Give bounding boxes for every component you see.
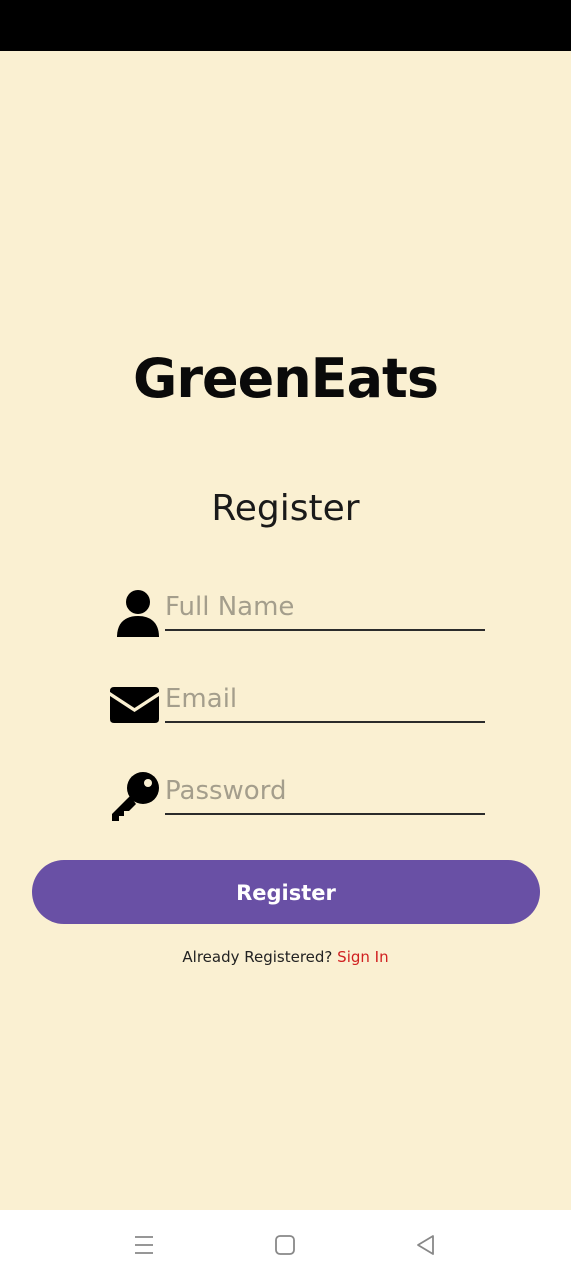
back-icon[interactable] — [413, 1232, 439, 1258]
app-title: GreenEats — [133, 347, 439, 410]
key-icon — [108, 765, 160, 821]
signin-link[interactable]: Sign In — [337, 948, 388, 966]
navigation-bar — [0, 1210, 571, 1280]
email-row — [108, 673, 488, 729]
email-input[interactable] — [165, 677, 485, 723]
form-heading: Register — [211, 488, 360, 529]
register-screen: GreenEats Register Full Name Email Regis… — [0, 51, 571, 1210]
envelope-icon — [108, 673, 160, 729]
full-name-row — [108, 581, 488, 637]
menu-icon[interactable] — [131, 1232, 157, 1258]
signin-row: Already Registered? Sign In — [0, 948, 571, 966]
register-button[interactable]: Register — [32, 860, 540, 924]
home-icon[interactable] — [272, 1232, 298, 1258]
signin-prompt: Already Registered? — [182, 948, 333, 966]
full-name-input[interactable] — [165, 585, 485, 631]
status-bar — [0, 0, 571, 51]
person-icon — [108, 581, 160, 637]
password-input[interactable] — [165, 769, 485, 815]
password-row — [108, 765, 488, 821]
